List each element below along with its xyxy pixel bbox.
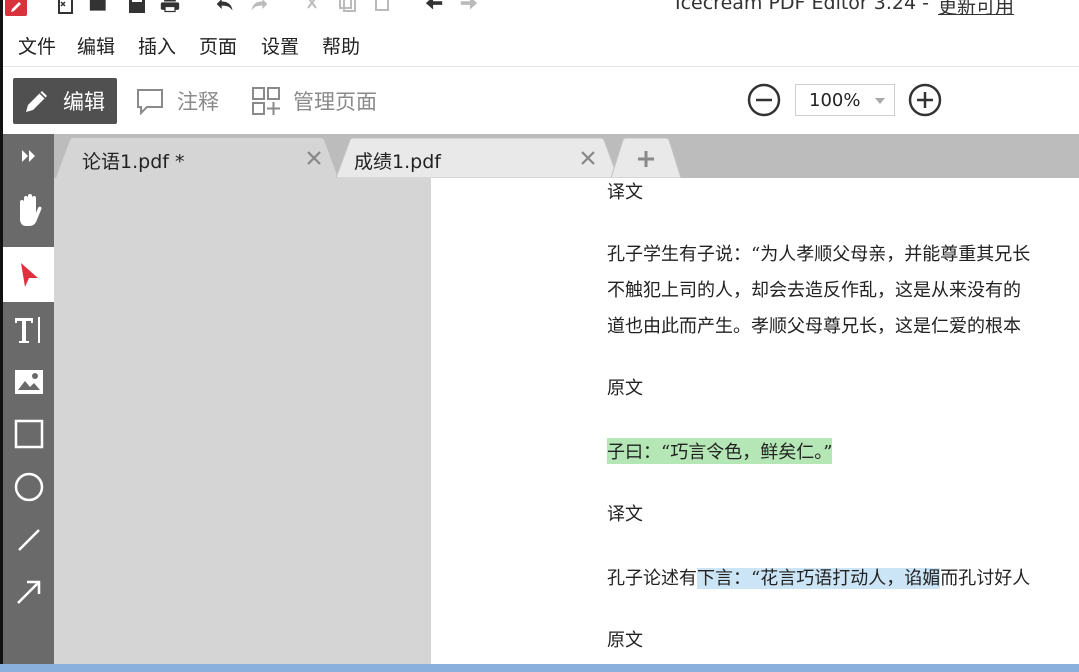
- image-tool-button[interactable]: [3, 356, 54, 408]
- save-icon[interactable]: [127, 0, 147, 14]
- tab-label: 论语1.pdf *: [82, 151, 185, 173]
- window-title: Icecream PDF Editor 3.24 -: [675, 0, 929, 14]
- double-chevron-right-icon: [21, 150, 35, 162]
- comment-icon: [137, 89, 163, 116]
- doc-heading-original[interactable]: 原文: [607, 626, 643, 652]
- update-available-link[interactable]: 更新可用: [938, 0, 1014, 19]
- manage-pages-mode-label: 管理页面: [293, 90, 377, 114]
- status-strip: [0, 664, 1079, 672]
- tool-palette: [3, 178, 54, 672]
- select-tool-button[interactable]: [3, 247, 54, 302]
- menu-edit[interactable]: 编辑: [77, 32, 115, 59]
- tab-lunyu[interactable]: 论语1.pdf *: [56, 138, 338, 178]
- paste-icon[interactable]: [372, 0, 392, 14]
- new-tab-button[interactable]: [610, 137, 682, 179]
- forward-arrow-icon[interactable]: [459, 0, 479, 14]
- app-logo-icon: [5, 0, 27, 16]
- minus-circle-icon: [747, 83, 781, 117]
- pages-grid-icon: [252, 87, 280, 115]
- expand-panel-button[interactable]: [3, 134, 54, 178]
- mode-toolbar: 编辑 注释 管理页面 100%: [3, 66, 1079, 134]
- print-icon[interactable]: [160, 0, 180, 14]
- menu-file[interactable]: 文件: [18, 32, 56, 59]
- text-tool-button[interactable]: [3, 304, 54, 356]
- cut-icon[interactable]: [302, 0, 322, 14]
- rectangle-tool-button[interactable]: [3, 408, 54, 460]
- doc-paragraph-line[interactable]: 孔子学生有子说：“为人孝顺父母亲，并能尊重其兄长: [607, 240, 1030, 266]
- ellipse-tool-button[interactable]: [3, 461, 54, 513]
- plus-circle-icon: [908, 83, 942, 117]
- open-folder-icon[interactable]: [89, 0, 109, 14]
- undo-icon[interactable]: [215, 0, 235, 14]
- title-bar: Icecream PDF Editor 3.24 - 更新可用: [3, 0, 1079, 20]
- doc-highlighted-quote[interactable]: 子曰：“巧言令色，鲜矣仁。”: [607, 438, 833, 464]
- menu-settings[interactable]: 设置: [261, 32, 299, 59]
- doc-highlighted-run: 下言：“花言巧语打动人，谄媚: [697, 568, 941, 589]
- manage-pages-mode-button[interactable]: 管理页面: [251, 78, 377, 124]
- back-arrow-icon[interactable]: [424, 0, 444, 14]
- pointer-arrow-icon: [20, 262, 38, 287]
- doc-paragraph-line[interactable]: 不触犯上司的人，却会去造反作乱，这是从来没有的: [607, 276, 1021, 302]
- doc-heading-original[interactable]: 原文: [607, 374, 643, 400]
- line-tool-button[interactable]: [3, 514, 54, 566]
- circle-icon: [14, 472, 43, 502]
- doc-paragraph-line[interactable]: 道也由此而产生。孝顺父母尊兄长，这是仁爱的根本: [607, 312, 1021, 338]
- zoom-in-button[interactable]: [908, 83, 942, 117]
- redo-icon[interactable]: [249, 0, 269, 14]
- image-icon: [14, 370, 43, 394]
- zoom-out-button[interactable]: [747, 83, 781, 117]
- chevron-down-icon: [875, 98, 885, 104]
- close-icon[interactable]: [304, 148, 324, 168]
- pencil-icon: [26, 91, 47, 112]
- text-cursor-icon: [14, 317, 40, 343]
- edit-mode-label: 编辑: [63, 90, 105, 114]
- tab-label: 成绩1.pdf: [354, 151, 441, 173]
- rectangle-icon: [14, 419, 43, 449]
- document-tab-bar: 论语1.pdf * 成绩1.pdf: [3, 134, 1079, 179]
- new-file-icon[interactable]: [55, 0, 75, 14]
- menu-bar: 文件 编辑 插入 页面 设置 帮助: [3, 26, 1079, 62]
- hand-icon: [19, 194, 41, 226]
- line-icon: [17, 529, 40, 551]
- menu-insert[interactable]: 插入: [138, 32, 176, 59]
- menu-help[interactable]: 帮助: [322, 32, 360, 59]
- menu-page[interactable]: 页面: [199, 32, 237, 59]
- plus-icon: [638, 151, 654, 167]
- doc-text-run: 而孔讨好人: [940, 568, 1031, 589]
- annotate-mode-label: 注释: [177, 90, 219, 114]
- hand-tool-button[interactable]: [3, 184, 54, 236]
- close-icon[interactable]: [578, 148, 598, 168]
- arrow-icon: [16, 580, 40, 604]
- canvas-background: [54, 178, 431, 672]
- doc-text-run: 孔子论述有: [607, 568, 697, 589]
- doc-heading-translation[interactable]: 译文: [607, 178, 643, 204]
- zoom-level-value: 100%: [809, 89, 861, 111]
- arrow-tool-button[interactable]: [3, 566, 54, 618]
- edit-mode-button[interactable]: 编辑: [13, 78, 117, 124]
- tab-chengji[interactable]: 成绩1.pdf: [336, 138, 618, 178]
- doc-paragraph-line[interactable]: 孔子论述有下言：“花言巧语打动人，谄媚而孔讨好人: [607, 564, 1030, 590]
- copy-icon[interactable]: [337, 0, 357, 14]
- pdf-page[interactable]: 译文 孔子学生有子说：“为人孝顺父母亲，并能尊重其兄长 不触犯上司的人，却会去造…: [431, 178, 1079, 672]
- doc-heading-translation[interactable]: 译文: [607, 500, 643, 526]
- annotate-mode-button[interactable]: 注释: [135, 78, 219, 124]
- zoom-level-select[interactable]: 100%: [795, 84, 895, 116]
